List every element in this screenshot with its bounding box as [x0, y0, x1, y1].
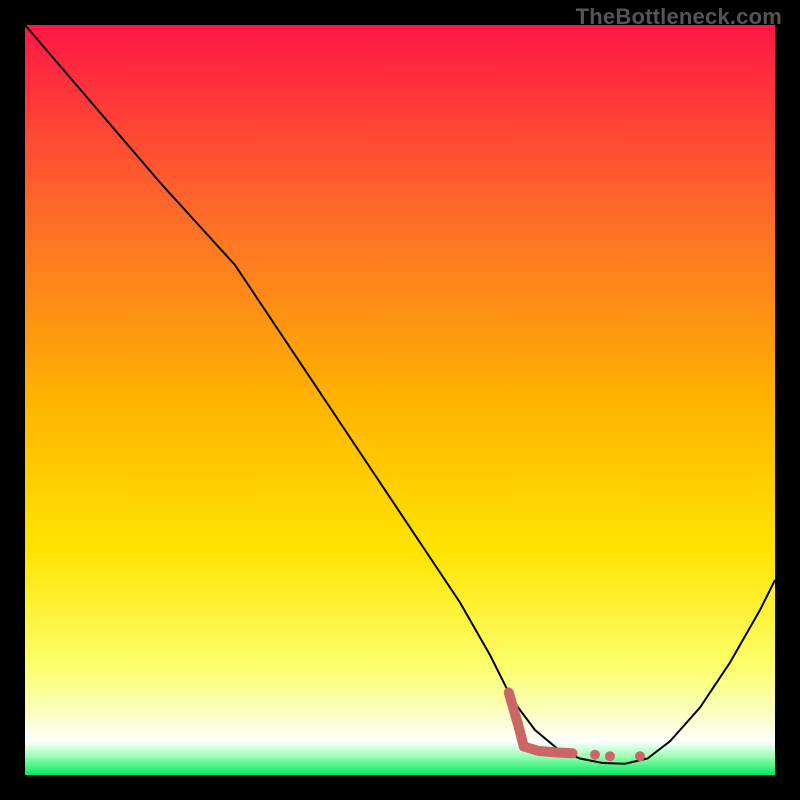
bottleneck-chart [25, 25, 775, 775]
highlight-dot [635, 751, 645, 761]
chart-background-gradient [25, 25, 775, 775]
highlight-dot [605, 751, 615, 761]
highlight-dot [590, 750, 600, 760]
chart-frame: { "watermark": "TheBottleneck.com", "cha… [0, 0, 800, 800]
